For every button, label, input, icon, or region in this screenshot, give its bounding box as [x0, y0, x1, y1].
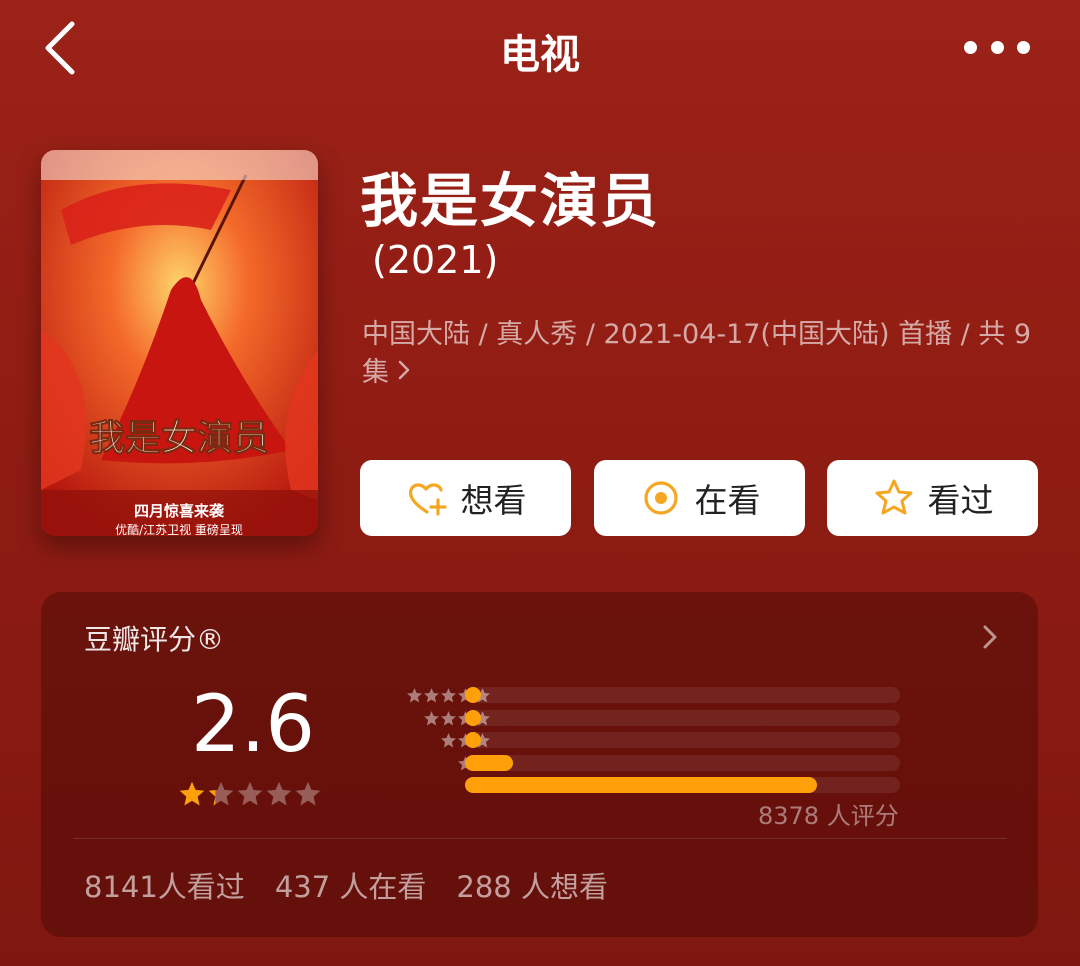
rating-distribution-row — [351, 752, 900, 774]
small-star-icon — [423, 687, 440, 704]
show-year: (2021) — [372, 238, 499, 282]
star-outline-icon — [872, 476, 916, 520]
rating-bar-track — [465, 687, 900, 703]
page-title: 电视 — [500, 32, 580, 78]
rating-card[interactable]: 豆瓣评分® 2.6 8378 人评分 8141人看过 437 人在看 288 人… — [41, 592, 1038, 937]
poster-logo: 我是女演员 — [89, 418, 269, 459]
rating-bar-track — [465, 754, 900, 771]
star-icon — [265, 780, 293, 808]
star-icon — [178, 780, 206, 808]
want-to-watch-button[interactable]: 想看 — [360, 460, 571, 536]
more-button[interactable] — [964, 30, 1030, 64]
small-star-icon — [440, 687, 457, 704]
rating-bar-fill — [465, 732, 481, 748]
poster-platforms: 优酷/江苏卫视 重磅呈现 — [115, 522, 243, 536]
watched-label: 看过 — [927, 481, 994, 520]
rating-bar-fill — [465, 687, 481, 703]
small-star-icon — [406, 687, 423, 704]
rating-title: 豆瓣评分® — [84, 623, 225, 656]
show-meta[interactable]: 中国大陆 / 真人秀 / 2021-04-17(中国大陆) 首播 / 共 9 集 — [362, 316, 1052, 392]
rating-score: 2.6 — [191, 680, 316, 770]
rating-bar-fill — [465, 754, 513, 771]
more-dot — [990, 40, 1004, 54]
want-to-watch-label: 想看 — [460, 481, 527, 520]
rating-bar-fill — [465, 777, 818, 793]
rating-count: 8378 人评分 — [758, 802, 899, 830]
circle-dot-icon — [639, 476, 683, 520]
star-icon — [236, 780, 264, 808]
nav-bar: 电视 — [0, 0, 1080, 100]
show-meta-text: 中国大陆 / 真人秀 / 2021-04-17(中国大陆) 首播 / 共 9 集 — [362, 319, 1032, 388]
chevron-right-icon — [397, 354, 411, 392]
poster-image[interactable]: 我是女演员 四月惊喜来袭 优酷/江苏卫视 重磅呈现 — [41, 150, 318, 536]
rating-distribution-row — [351, 774, 900, 796]
audience-stats: 8141人看过 437 人在看 288 人想看 — [84, 864, 638, 906]
watching-button[interactable]: 在看 — [594, 460, 805, 536]
more-dots-icon — [964, 40, 977, 54]
divider — [73, 838, 1007, 839]
small-star-icon — [440, 710, 457, 727]
poster-tagline: 四月惊喜来袭 — [134, 502, 225, 520]
rating-distribution-row — [351, 707, 900, 729]
small-star-icon — [440, 732, 457, 749]
rating-bar-track — [465, 732, 900, 748]
star-icon — [294, 780, 322, 808]
watching-count[interactable]: 437 人在看 — [275, 864, 427, 906]
star-icon — [207, 780, 235, 808]
show-title: 我是女演员 — [360, 167, 661, 235]
watched-count[interactable]: 8141人看过 — [84, 864, 245, 906]
small-star-icon — [423, 710, 440, 727]
rating-bar-track — [465, 777, 900, 793]
rating-distribution-row — [351, 684, 900, 706]
rating-bar-fill — [465, 709, 481, 726]
rating-stars — [178, 780, 323, 808]
wish-count[interactable]: 288 人想看 — [456, 864, 608, 906]
chevron-right-icon[interactable] — [979, 622, 1001, 652]
watched-button[interactable]: 看过 — [827, 460, 1038, 536]
more-dot — [1017, 40, 1030, 54]
rating-distribution-row — [351, 729, 900, 751]
heart-plus-icon — [405, 476, 449, 520]
rating-bar-track — [465, 709, 900, 726]
watching-label: 在看 — [694, 481, 761, 520]
